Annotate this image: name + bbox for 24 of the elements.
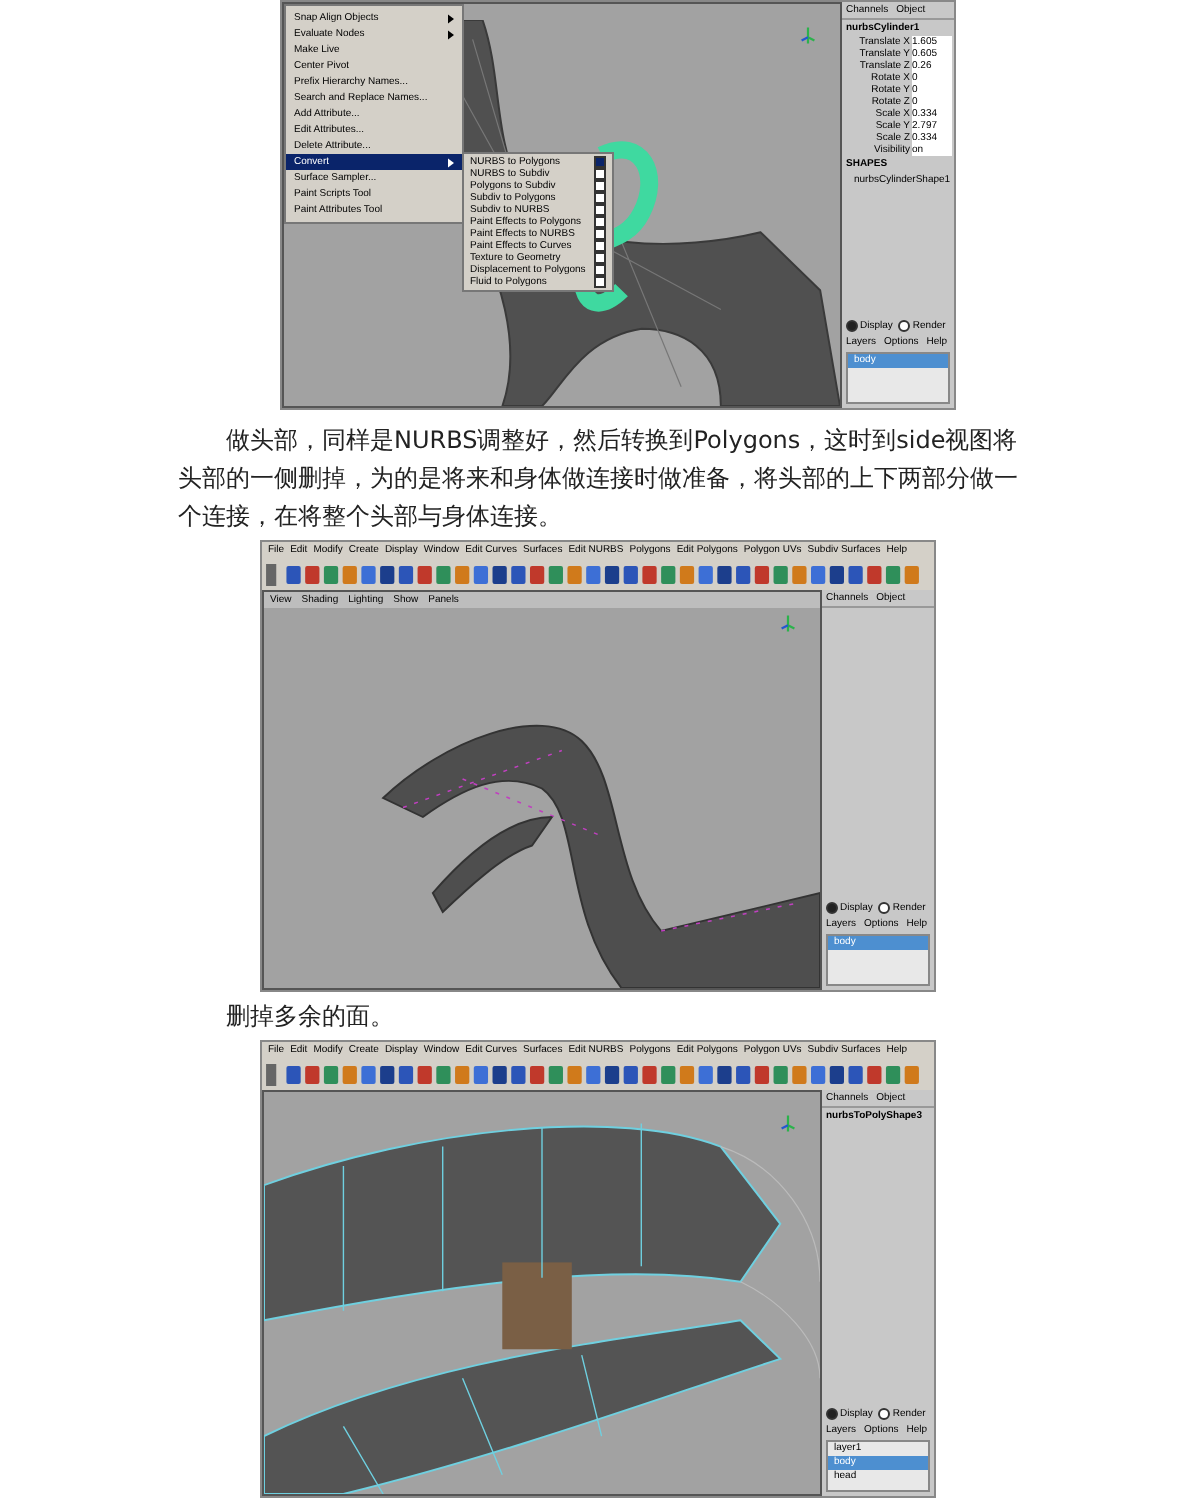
submenu-arrow-icon (448, 157, 454, 167)
option-box-icon[interactable] (594, 228, 606, 240)
option-box-icon[interactable] (594, 252, 606, 264)
axis-icon (780, 612, 796, 632)
option-box-icon[interactable] (594, 168, 606, 180)
radio-button[interactable] (898, 320, 911, 332)
paragraph: 删掉多余的面。 (224, 1000, 396, 1034)
option-box-icon[interactable] (594, 192, 606, 204)
radio-button[interactable] (826, 902, 838, 914)
radio-button[interactable] (846, 320, 858, 332)
toolbar-icons-drawing[interactable] (262, 558, 934, 590)
toolbar-icons-drawing[interactable] (262, 1058, 934, 1090)
paragraph: 做头部，同样是NURBS调整好，然后转换到Polygons，这时到side视图将头部的一侧删掉，为的是将来和身体做连接时做准备，将头部的上下两部分做一个连接，在将整个头部与身体连接。 (178, 424, 1018, 534)
axis-icon (780, 1112, 796, 1132)
option-box-icon[interactable] (594, 240, 606, 252)
option-box-icon[interactable] (594, 264, 606, 276)
option-box-icon[interactable] (594, 216, 606, 228)
option-box-icon[interactable] (594, 180, 606, 192)
radio-button[interactable] (878, 902, 891, 914)
axis-icon (800, 24, 816, 44)
radio-button[interactable] (878, 1408, 891, 1420)
option-box-icon[interactable] (594, 276, 606, 288)
radio-button[interactable] (826, 1408, 838, 1420)
option-box-icon[interactable] (594, 204, 606, 216)
